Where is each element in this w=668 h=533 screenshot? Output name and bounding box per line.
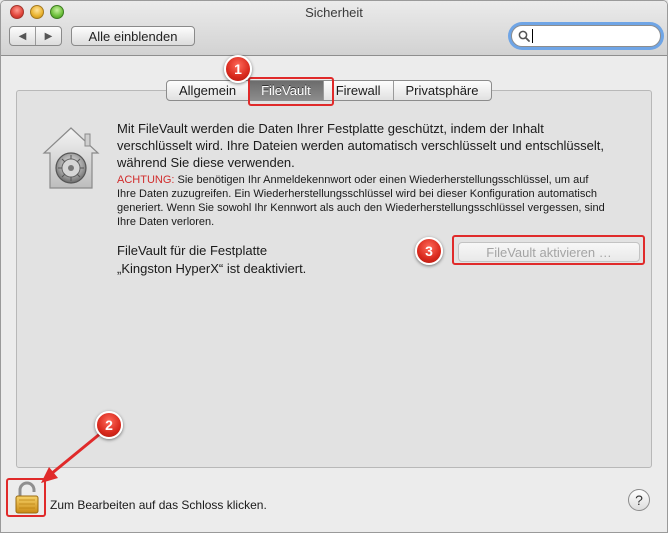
chevron-right-icon: ▶	[44, 30, 53, 42]
filevault-status: FileVault für die Festplatte „Kingston H…	[117, 242, 377, 278]
search-field[interactable]	[511, 25, 661, 47]
annotation-badge-1: 1	[224, 55, 252, 83]
tab-bar: Allgemein FileVault Firewall Privatsphär…	[166, 80, 492, 101]
preferences-window: Sicherheit ◀ ▶ Alle einblenden Allgemein…	[0, 0, 668, 533]
search-icon	[518, 30, 530, 42]
annotation-badge-2: 2	[95, 411, 123, 439]
warning-label: ACHTUNG:	[117, 174, 175, 186]
chevron-left-icon: ◀	[18, 30, 27, 42]
padlock-icon[interactable]	[13, 481, 41, 515]
filevault-description: Mit FileVault werden die Daten Ihrer Fes…	[117, 121, 605, 170]
filevault-house-icon	[42, 127, 100, 189]
window-title: Sicherheit	[305, 5, 363, 20]
filevault-warning: ACHTUNG: Sie benötigen Ihr Anmeldekennwo…	[117, 173, 607, 229]
forward-button[interactable]: ▶	[35, 27, 61, 45]
text-caret	[532, 29, 533, 43]
preferences-content: Allgemein FileVault Firewall Privatsphär…	[1, 57, 667, 532]
title-bar: Sicherheit ◀ ▶ Alle einblenden	[1, 1, 667, 56]
show-all-button[interactable]: Alle einblenden	[71, 26, 195, 46]
back-button[interactable]: ◀	[10, 27, 35, 45]
search-input[interactable]	[537, 29, 657, 43]
status-line-2: „Kingston HyperX“ ist deaktiviert.	[117, 261, 307, 276]
back-forward-control: ◀ ▶	[9, 26, 62, 46]
tab-filevault[interactable]: FileVault	[248, 81, 323, 100]
lock-bar: Zum Bearbeiten auf das Schloss klicken. …	[1, 477, 667, 532]
tab-privatsphaere[interactable]: Privatsphäre	[392, 81, 491, 100]
help-button[interactable]: ?	[628, 489, 650, 511]
tab-allgemein[interactable]: Allgemein	[167, 81, 248, 100]
lock-hint-text: Zum Bearbeiten auf das Schloss klicken.	[50, 498, 267, 512]
tab-firewall[interactable]: Firewall	[322, 81, 393, 100]
filevault-activate-button[interactable]: FileVault aktivieren …	[458, 242, 640, 262]
annotation-badge-3: 3	[415, 237, 443, 265]
warning-text: Sie benötigen Ihr Anmeldekennwort oder e…	[117, 174, 605, 228]
status-line-1: FileVault für die Festplatte	[117, 243, 268, 258]
